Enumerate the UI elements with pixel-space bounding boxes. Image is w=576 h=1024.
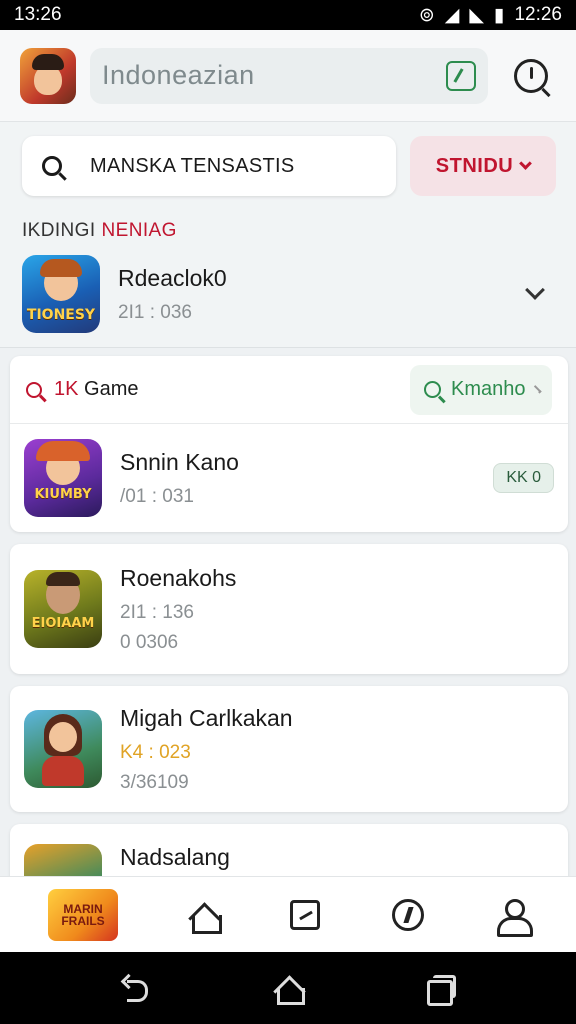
category-title: 1K Game [54, 378, 139, 400]
chevron-down-icon[interactable] [525, 280, 545, 300]
wifi-icon: ◢ [444, 4, 460, 26]
status-clock: 12:26 [514, 4, 562, 25]
title-search-box[interactable]: Indoneazian [90, 47, 488, 104]
game-meta-secondary: 0 0306 [120, 631, 179, 653]
recent-apps-icon[interactable] [427, 975, 457, 1006]
game-card[interactable]: Migah Carlkakan K4 : 023 3/36109 [10, 686, 568, 812]
tag-filter-label: Kmanho [451, 378, 526, 400]
edit-icon[interactable] [446, 60, 476, 91]
battery-icon: ▮ [493, 4, 505, 26]
game-name: Migah Carlkakan [120, 704, 293, 731]
profile-icon[interactable] [496, 898, 533, 937]
search-icon [26, 381, 42, 398]
back-icon[interactable] [123, 976, 149, 1002]
tag-filter-button[interactable]: Kmanho [410, 364, 552, 415]
status-time: 13:26 [14, 4, 62, 25]
signal-icon: ◣ [469, 4, 484, 26]
featured-game-name: Rdeaclok0 [118, 264, 227, 291]
game-name: Snnin Kano [120, 448, 239, 475]
game-meta-secondary: 3/36109 [120, 771, 189, 793]
status-badge: KK 0 [493, 463, 554, 493]
featured-game-thumbnail: TIONESY [22, 255, 100, 333]
status-bar: 13:26 ⊚ ◢ ◣ ▮ 12:26 [0, 0, 576, 30]
search-history-icon[interactable] [514, 58, 548, 93]
app-title: Indoneazian [102, 60, 255, 90]
filter-panel: MANSKA TENSASTIS STNIDU IKDINGI NENIAG TI… [0, 122, 576, 348]
chevron-down-icon [519, 156, 533, 170]
game-card[interactable]: EIOIAAM Roenakohs 2I1 : 136 0 0306 [10, 544, 568, 674]
search-input[interactable]: MANSKA TENSASTIS [22, 136, 396, 196]
app-logo-tab[interactable]: MARIN FRAILS [48, 888, 118, 941]
chevron-right-icon [532, 385, 541, 394]
featured-game-meta: 2I1 : 036 [118, 301, 192, 323]
game-thumbnail: EIOIAAM [24, 570, 102, 648]
section-label: IKDINGI NENIAG [22, 220, 177, 241]
game-thumbnail: KIUMBY [24, 439, 102, 517]
bolt-icon[interactable] [392, 898, 424, 931]
system-navigation-bar [0, 952, 576, 1024]
game-meta: K4 : 023 [120, 741, 191, 763]
bottom-navigation: MARIN FRAILS [0, 876, 576, 952]
featured-thumb-text: TIONESY [26, 307, 96, 323]
category-header: 1K Game Kmanho [10, 356, 568, 424]
stats-icon[interactable] [290, 899, 320, 930]
avatar[interactable] [20, 47, 76, 104]
category-card: 1K Game Kmanho KIUMBY Snnin Kano /01 : 0… [10, 356, 568, 532]
game-thumbnail [24, 710, 102, 788]
featured-game[interactable]: TIONESY Rdeaclok0 2I1 : 036 [22, 254, 556, 334]
game-meta: 2I1 : 136 [120, 601, 194, 623]
alarm-icon: ⊚ [418, 4, 435, 26]
app-bar: Indoneazian [0, 30, 576, 122]
status-filter-button[interactable]: STNIDU [410, 136, 556, 196]
search-value: MANSKA TENSASTIS [90, 154, 295, 177]
search-icon [42, 156, 62, 176]
game-meta: /01 : 031 [120, 485, 194, 507]
search-icon [424, 381, 441, 398]
game-name: Nadsalang [120, 844, 230, 870]
game-name: Roenakohs [120, 564, 237, 591]
status-icons: ⊚ ◢ ◣ ▮ 12:26 [419, 4, 562, 27]
status-filter-label: STNIDU [435, 154, 514, 177]
list-item[interactable]: KIUMBY Snnin Kano /01 : 031 KK 0 [10, 424, 568, 532]
home-icon[interactable] [190, 901, 222, 934]
home-icon[interactable] [274, 974, 305, 1005]
